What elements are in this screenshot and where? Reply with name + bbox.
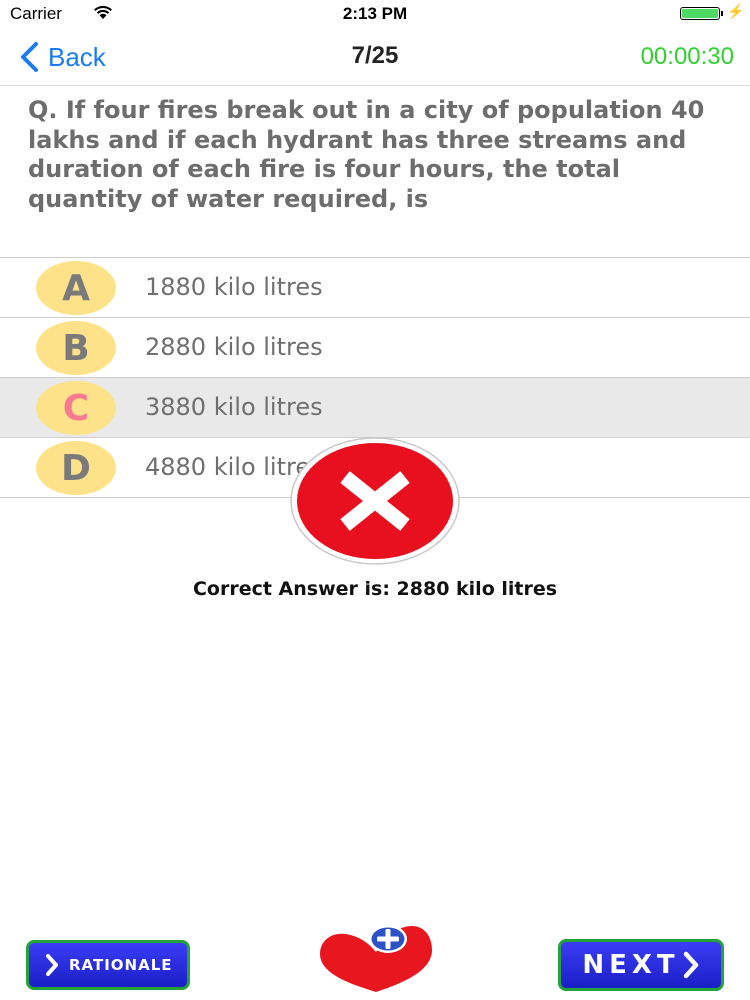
option-text: 2880 kilo litres bbox=[145, 333, 323, 361]
option-text: 3880 kilo litres bbox=[145, 393, 323, 421]
status-bar: Carrier 2:13 PM ⚡ bbox=[0, 0, 750, 28]
nav-bar: Back 7/25 00:00:30 bbox=[0, 28, 750, 86]
next-label: NEXT bbox=[582, 950, 680, 980]
rationale-button[interactable]: RATIONALE bbox=[26, 940, 190, 990]
battery-cap bbox=[721, 11, 723, 16]
option-letter-badge: D bbox=[36, 441, 116, 495]
option-c[interactable]: C 3880 kilo litres bbox=[0, 378, 750, 438]
option-letter-badge: B bbox=[36, 321, 116, 375]
next-button[interactable]: NEXT bbox=[558, 939, 724, 991]
heart-plus-icon[interactable] bbox=[318, 922, 434, 992]
option-letter-badge: A bbox=[36, 261, 116, 315]
chevron-right-icon bbox=[46, 954, 58, 976]
question-text: Q. If four fires break out in a city of … bbox=[28, 96, 705, 213]
chevron-right-icon bbox=[683, 951, 698, 979]
rationale-label: RATIONALE bbox=[69, 956, 173, 974]
correct-answer-text: Correct Answer is: 2880 kilo litres bbox=[192, 578, 558, 600]
option-letter-badge: C bbox=[36, 381, 116, 435]
question-progress: 7/25 bbox=[351, 42, 399, 69]
clock: 2:13 PM bbox=[342, 4, 408, 23]
battery-icon bbox=[680, 7, 720, 20]
option-a[interactable]: A 1880 kilo litres bbox=[0, 258, 750, 318]
quiz-timer: 00:00:30 bbox=[640, 43, 734, 70]
wrong-answer-icon bbox=[290, 437, 460, 565]
option-text: 1880 kilo litres bbox=[145, 273, 323, 301]
charging-icon: ⚡ bbox=[727, 3, 745, 19]
option-b[interactable]: B 2880 kilo litres bbox=[0, 318, 750, 378]
